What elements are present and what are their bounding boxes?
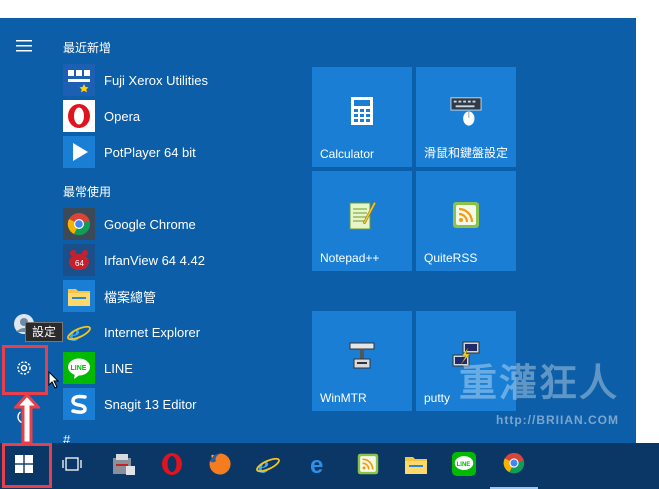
chrome-taskbar-icon: [502, 451, 526, 480]
firefox-icon: [208, 452, 232, 481]
app-item-potplayer[interactable]: PotPlayer 64 bit: [63, 134, 298, 170]
notepad-plus-plus-icon: [346, 199, 378, 231]
taskbar: e e LINE: [0, 443, 659, 489]
taskbar-app-google-chrome[interactable]: [490, 443, 538, 489]
taskbar-app-firefox[interactable]: [196, 443, 244, 489]
line-icon: LINE: [63, 352, 95, 384]
taskbar-app-fuji-xerox[interactable]: [100, 443, 148, 489]
tile-label: QuiteRSS: [424, 251, 478, 265]
svg-text:64: 64: [75, 259, 84, 268]
snagit-icon: [63, 388, 95, 420]
start-button-highlight-box: [2, 443, 52, 488]
app-label: PotPlayer 64 bit: [104, 144, 196, 160]
app-item-opera[interactable]: Opera: [63, 98, 298, 134]
quiterss-icon: [450, 199, 482, 231]
app-list: 最近新增 Fuji Xerox Utilities Opera PotPlaye…: [48, 18, 298, 447]
opera-taskbar-icon: [160, 452, 184, 481]
tile-winmtr[interactable]: WinMTR: [312, 311, 412, 411]
tile-notepad-plus-plus[interactable]: Notepad++: [312, 171, 412, 271]
taskbar-app-edge[interactable]: e: [296, 443, 344, 489]
tile-label: 滑鼠和鍵盤設定: [424, 146, 509, 160]
app-label: Opera: [104, 108, 141, 124]
watermark-url: http://BRIIAN.COM: [496, 413, 619, 427]
tile-quiterss[interactable]: QuiteRSS: [416, 171, 516, 271]
watermark-text: 重灌狂人: [458, 363, 619, 405]
svg-text:LINE: LINE: [457, 461, 471, 467]
section-header-recent: 最近新增: [63, 41, 112, 55]
internet-explorer-taskbar-icon: e: [255, 451, 281, 482]
tile-label: Notepad++: [320, 251, 380, 265]
app-label: 檔案總管: [104, 289, 157, 305]
quiterss-taskbar-icon: [357, 453, 379, 480]
app-item-line[interactable]: LINE LINE: [63, 350, 298, 386]
opera-icon: [63, 100, 95, 132]
potplayer-icon: [63, 136, 95, 168]
taskbar-app-line[interactable]: LINE: [440, 443, 488, 489]
app-label: Google Chrome: [104, 216, 196, 232]
app-item-internet-explorer[interactable]: e Internet Explorer: [63, 314, 298, 350]
app-label: Fuji Xerox Utilities: [104, 72, 209, 88]
file-explorer-taskbar-icon: [404, 453, 428, 480]
hamburger-icon: [16, 39, 32, 57]
app-item-snagit[interactable]: Snagit 13 Editor: [63, 386, 298, 422]
taskbar-app-internet-explorer[interactable]: e: [244, 443, 292, 489]
svg-text:LINE: LINE: [71, 365, 87, 372]
app-item-irfanview[interactable]: 64 IrfanView 64 4.42: [63, 242, 298, 278]
internet-explorer-icon: e: [63, 316, 95, 348]
fuji-xerox-icon: [63, 64, 95, 96]
tile-label: Calculator: [320, 147, 375, 161]
app-item-google-chrome[interactable]: Google Chrome: [63, 206, 298, 242]
file-explorer-icon: [63, 280, 95, 312]
up-arrow-icon: [14, 393, 40, 445]
tile-calculator[interactable]: Calculator: [312, 67, 412, 167]
mouse-keyboard-icon: [450, 95, 482, 127]
tile-label: WinMTR: [320, 391, 367, 405]
app-item-file-explorer[interactable]: 檔案總管: [63, 278, 298, 314]
task-view-icon: [62, 456, 82, 476]
app-label: IrfanView 64 4.42: [104, 252, 205, 268]
settings-tooltip: 設定: [25, 322, 64, 342]
winmtr-icon: [346, 339, 378, 371]
edge-icon: e: [308, 452, 332, 481]
chrome-icon: [63, 208, 95, 240]
taskbar-app-file-explorer[interactable]: [392, 443, 440, 489]
tile-mouse-keyboard-settings[interactable]: 滑鼠和鍵盤設定: [416, 67, 516, 167]
app-label: Internet Explorer: [104, 324, 201, 340]
calculator-icon: [346, 95, 378, 127]
mouse-cursor-icon: [48, 371, 60, 389]
desktop: 最近新增 Fuji Xerox Utilities Opera PotPlaye…: [0, 0, 659, 489]
svg-text:e: e: [310, 452, 323, 476]
line-taskbar-icon: LINE: [452, 451, 476, 481]
app-label: LINE: [104, 360, 133, 376]
taskbar-app-quiterss[interactable]: [344, 443, 392, 489]
irfanview-icon: 64: [63, 244, 95, 276]
fuji-xerox-taskbar-icon: [112, 452, 136, 481]
tile-label: putty: [424, 391, 451, 405]
expand-menu-button[interactable]: [0, 28, 48, 68]
taskbar-app-opera[interactable]: [148, 443, 196, 489]
section-header-most-used: 最常使用: [63, 185, 112, 199]
settings-highlight-box: [2, 345, 48, 395]
app-item-fuji-xerox[interactable]: Fuji Xerox Utilities: [63, 62, 298, 98]
task-view-button[interactable]: [48, 443, 96, 489]
app-label: Snagit 13 Editor: [104, 396, 197, 412]
